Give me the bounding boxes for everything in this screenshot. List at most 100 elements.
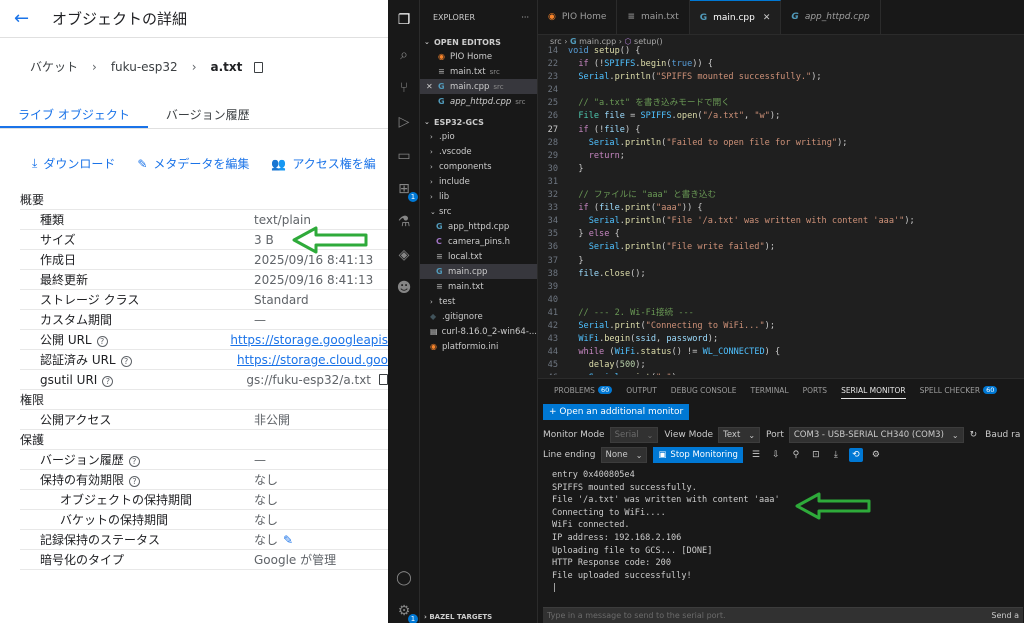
source-control-icon[interactable]: ⑂ [396, 80, 412, 96]
serial-input[interactable]: Type in a message to send to the serial … [543, 607, 1023, 623]
tree-folder[interactable]: › .vscode [420, 144, 537, 159]
property-key: 認証済み URL? [20, 351, 237, 368]
lock-scroll-icon[interactable]: ⇩ [769, 448, 783, 462]
explorer-icon[interactable]: ❐ [396, 12, 412, 28]
gear-icon[interactable]: ⚙ 1 [396, 603, 418, 623]
breadcrumb-root[interactable]: バケット [30, 58, 78, 75]
tab-output[interactable]: OUTPUT [626, 386, 657, 395]
property-value: なし [254, 493, 279, 507]
editor-tab-active[interactable]: Gmain.cpp ✕ [689, 0, 782, 34]
run-debug-icon[interactable]: ▷ [396, 114, 412, 130]
refresh-icon[interactable]: ↻ [970, 430, 978, 440]
tree-file[interactable]: Gmain.cpp [420, 264, 537, 279]
file-name: main.txt [448, 281, 484, 292]
gcs-object-details-panel: ← オブジェクトの詳細 バケット › fuku-esp32 › a.txt ライ… [0, 0, 388, 623]
testing-icon[interactable]: ⚗ [396, 214, 412, 230]
open-editor-item[interactable]: ≡ main.txt src [420, 64, 537, 79]
pencil-icon[interactable]: ✎ [283, 533, 293, 547]
more-actions-icon[interactable]: ··· [521, 13, 529, 22]
edit-metadata-button[interactable]: ✎ メタデータを編集 [137, 155, 249, 172]
extensions-icon[interactable]: ⊞ 1 [396, 181, 418, 202]
editor-tab[interactable]: Gapp_httpd.cpp [781, 0, 881, 34]
property-row: 最終更新 2025/09/16 8:41:13 [20, 270, 388, 290]
section-title: 保護 [20, 433, 45, 447]
copy-icon[interactable] [379, 373, 388, 385]
copy-icon[interactable] [254, 62, 264, 73]
download-button[interactable]: ⤓ ダウンロード [32, 155, 115, 172]
tree-file[interactable]: Ccamera_pins.h [420, 234, 537, 249]
help-icon[interactable]: ? [120, 356, 132, 367]
gear-icon[interactable]: ⚙ [869, 448, 883, 462]
code-editor[interactable]: 14 void setup() { 22 if (! SPIFFS. begin(tr… [538, 45, 1024, 375]
breadcrumb-bucket[interactable]: fuku-esp32 [111, 60, 178, 74]
stop-monitoring-button[interactable]: ▣ Stop Monitoring [653, 447, 743, 463]
authenticated-url-link[interactable]: https://storage.cloud.goo [237, 353, 388, 367]
git-file-icon: ◆ [430, 312, 437, 321]
tree-folder[interactable]: › test [420, 294, 537, 309]
close-icon[interactable]: ✕ [763, 13, 771, 23]
help-icon[interactable]: ? [128, 456, 140, 467]
open-editor-item[interactable]: ✕ Gmain.cpp src [420, 79, 537, 94]
add-monitor-button[interactable]: + Open an additional monitor [543, 404, 690, 420]
search-icon[interactable]: ⌕ [396, 47, 412, 63]
tab-spell-checker[interactable]: SPELL CHECKER 60 [920, 386, 998, 395]
section-label: OPEN EDITORS [434, 37, 501, 47]
property-row: バージョン履歴? — [20, 450, 388, 470]
public-url-link[interactable]: https://storage.googleapis [230, 333, 388, 347]
port-select[interactable]: COM3 - USB-SERIAL CH340 (COM3) ⌄ [788, 427, 964, 443]
close-icon[interactable]: ✕ [426, 82, 438, 91]
help-icon[interactable]: ? [102, 375, 114, 387]
auto-reconnect-icon[interactable]: ⟲ [848, 448, 863, 462]
platformio-icon[interactable]: ◈ [396, 247, 412, 263]
extensions-badge: 1 [408, 192, 418, 202]
tree-folder[interactable]: › lib [420, 189, 537, 204]
tree-folder[interactable]: ⌄ src [420, 204, 537, 219]
access-button[interactable]: 👥 アクセス権を編 [271, 155, 375, 172]
text-file-icon: ≡ [627, 12, 636, 22]
tab-terminal[interactable]: TERMINAL [750, 386, 788, 395]
tab-serial-monitor[interactable]: SERIAL MONITOR [841, 386, 906, 399]
property-key: 保持の有効期限? [20, 471, 254, 488]
monitor-mode-select[interactable]: Serial ⌄ [609, 427, 659, 443]
open-editors-section[interactable]: ⌄ OPEN EDITORS [420, 35, 537, 49]
project-section[interactable]: ⌄ ESP32-GCS [420, 115, 537, 129]
open-editor-item[interactable]: ◉ PIO Home [420, 49, 537, 64]
tab-problems[interactable]: PROBLEMS 60 [554, 386, 613, 395]
tree-file[interactable]: ◆ .gitignore [420, 309, 537, 324]
terminal-mode-icon[interactable]: ⊡ [809, 448, 823, 462]
tab-live-object[interactable]: ライブ オブジェクト [0, 100, 148, 128]
tree-file[interactable]: ≡ local.txt [420, 249, 537, 264]
alien-icon[interactable]: ☻ [396, 280, 412, 296]
tree-folder[interactable]: › components [420, 159, 537, 174]
bazel-targets-section[interactable]: › BAZEL TARGETS [420, 613, 538, 623]
select-value: Text [723, 430, 741, 440]
editor-tabs: ◉ PIO Home ≡ main.txt Gmain.cpp ✕ Gapp_http… [538, 0, 1024, 35]
tree-file[interactable]: ▤ curl-8.16.0_2-win64-... [420, 324, 537, 339]
file-folder-tag: src [489, 67, 500, 76]
tree-file[interactable]: ≡ main.txt [420, 279, 537, 294]
send-button[interactable]: Send a [991, 611, 1019, 620]
open-editor-item[interactable]: Gapp_httpd.cpp src [420, 94, 537, 109]
tab-version-history[interactable]: バージョン履歴 [148, 100, 268, 128]
editor-tab[interactable]: ◉ PIO Home [538, 0, 618, 34]
save-output-icon[interactable]: ⤓ [829, 448, 843, 462]
object-actions: ⤓ ダウンロード ✎ メタデータを編集 👥 アクセス権を編 [32, 155, 388, 172]
line-ending-select[interactable]: None ⌄ [600, 447, 648, 463]
tab-debug-console[interactable]: DEBUG CONSOLE [671, 386, 737, 395]
section-title: 概要 [20, 193, 45, 207]
help-icon[interactable]: ? [129, 476, 141, 487]
view-mode-select[interactable]: Text ⌄ [718, 427, 761, 443]
tree-file[interactable]: ◉ platformio.ini [420, 339, 537, 354]
tab-ports[interactable]: PORTS [803, 386, 827, 395]
tree-folder[interactable]: › .pio [420, 129, 537, 144]
clear-output-icon[interactable]: ☰ [749, 448, 763, 462]
help-icon[interactable]: ? [96, 336, 108, 347]
tree-file[interactable]: Gapp_httpd.cpp [420, 219, 537, 234]
back-arrow-icon[interactable]: ← [14, 9, 32, 28]
account-icon[interactable]: ◯ [396, 570, 412, 586]
remote-explorer-icon[interactable]: ▭ [396, 148, 412, 164]
activity-bar: ❐ ⌕ ⑂ ▷ ▭ ⊞ 1 ⚗ ◈ ☻ ◯ ⚙ 1 [388, 0, 420, 623]
toggle-timestamp-icon[interactable]: ⚲ [789, 448, 803, 462]
tree-folder[interactable]: › include [420, 174, 537, 189]
editor-tab[interactable]: ≡ main.txt [617, 0, 690, 34]
